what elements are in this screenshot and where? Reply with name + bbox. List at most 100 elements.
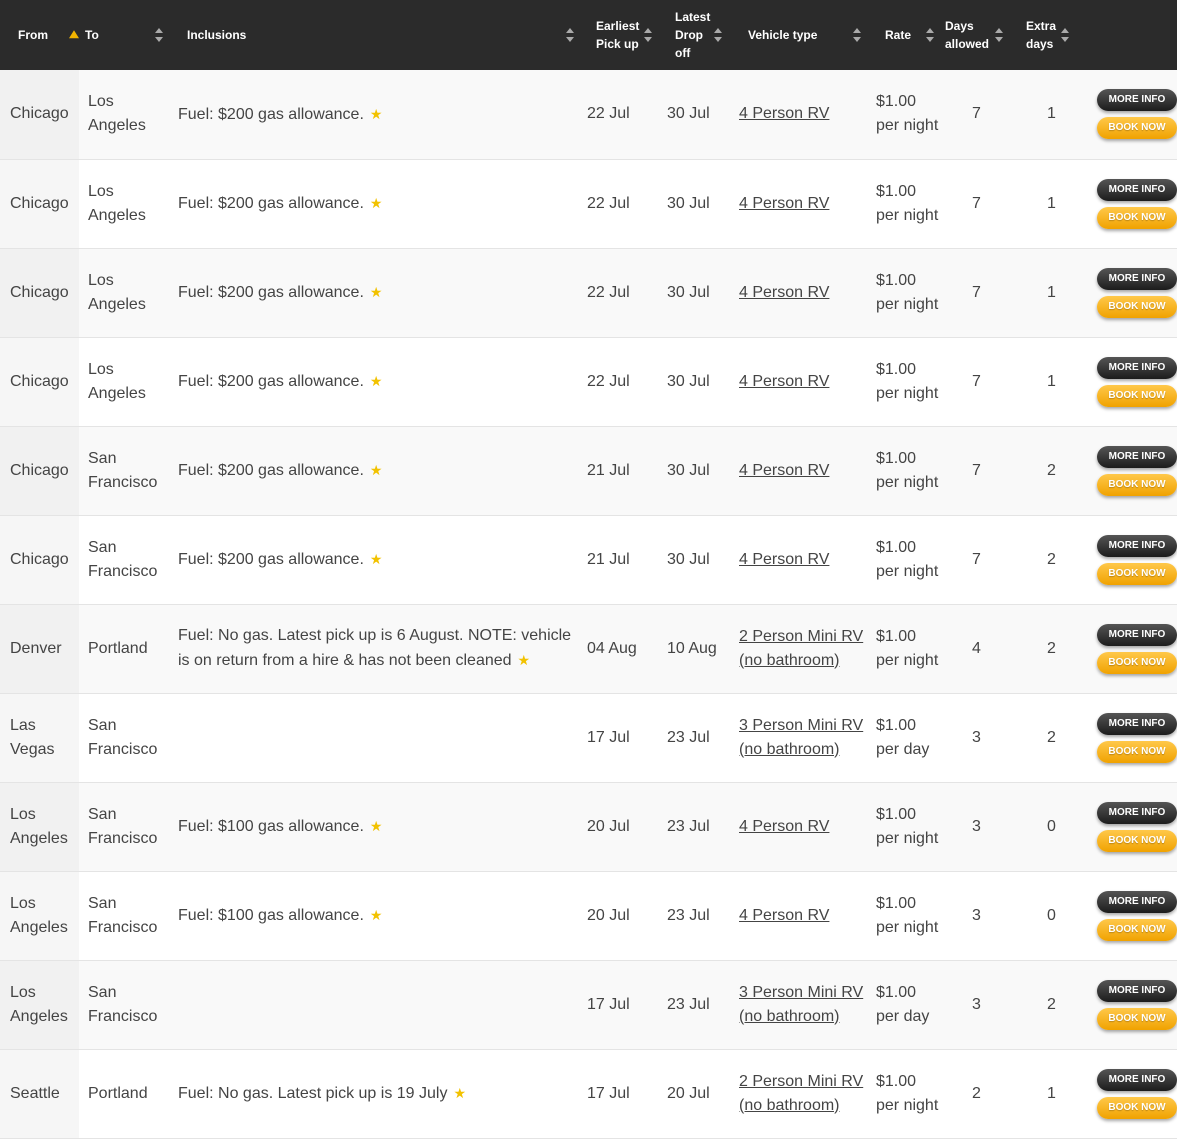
vehicle-type-link[interactable]: 4 Person RV xyxy=(739,551,829,568)
header-from[interactable]: From xyxy=(0,0,79,70)
book-now-button[interactable]: BOOK NOW xyxy=(1097,295,1177,318)
cell-actions: MORE INFO BOOK NOW xyxy=(1089,693,1177,782)
vehicle-type-link[interactable]: 4 Person RV xyxy=(739,105,829,122)
cell-earliest-pickup: 21 Jul xyxy=(587,461,630,479)
more-info-button[interactable]: MORE INFO xyxy=(1097,801,1177,824)
more-info-button[interactable]: MORE INFO xyxy=(1097,890,1177,913)
header-latest-dropoff[interactable]: Latest Drop off xyxy=(658,0,730,70)
star-icon: ★ xyxy=(369,373,383,389)
vehicle-type-link[interactable]: 4 Person RV xyxy=(739,284,829,301)
cell-vehicle-type: 3 Person Mini RV (no bathroom) xyxy=(730,960,867,1049)
header-earliest-pickup[interactable]: Earliest Pick up xyxy=(578,0,658,70)
header-extra-days[interactable]: Extra days xyxy=(1014,0,1089,70)
row-actions: MORE INFO BOOK NOW xyxy=(1097,1068,1177,1119)
sort-icon xyxy=(714,28,722,42)
cell-from: Los Angeles xyxy=(0,960,79,1049)
vehicle-type-link[interactable]: 2 Person Mini RV (no bathroom) xyxy=(739,1073,863,1114)
cell-latest-dropoff: 23 Jul xyxy=(667,995,710,1013)
cell-latest-dropoff: 23 Jul xyxy=(667,728,710,746)
row-actions: MORE INFO BOOK NOW xyxy=(1097,623,1177,674)
more-info-button[interactable]: MORE INFO xyxy=(1097,1068,1177,1091)
cell-rate: $1.00 per night xyxy=(876,182,939,224)
cell-earliest-pickup: 22 Jul xyxy=(587,105,630,123)
header-to[interactable]: To xyxy=(79,0,169,70)
sort-icon xyxy=(926,28,934,42)
cell-actions: MORE INFO BOOK NOW xyxy=(1089,515,1177,604)
vehicle-type-link[interactable]: 4 Person RV xyxy=(739,818,829,835)
vehicle-type-link[interactable]: 4 Person RV xyxy=(739,907,829,924)
cell-vehicle-type: 4 Person RV xyxy=(730,426,867,515)
more-info-button[interactable]: MORE INFO xyxy=(1097,89,1177,112)
cell-to: Los Angeles xyxy=(88,271,146,313)
cell-inclusions: Fuel: $200 gas allowance. ★ xyxy=(178,195,383,212)
sort-icon xyxy=(644,28,652,42)
cell-inclusions xyxy=(169,693,578,782)
book-now-button[interactable]: BOOK NOW xyxy=(1097,1007,1177,1030)
cell-rate: $1.00 per night xyxy=(876,271,939,313)
table-row: Denver Portland Fuel: No gas. Latest pic… xyxy=(0,604,1177,693)
star-icon: ★ xyxy=(369,551,383,567)
cell-inclusions: Fuel: $100 gas allowance. ★ xyxy=(178,907,383,924)
cell-from: Chicago xyxy=(0,515,79,604)
cell-vehicle-type: 4 Person RV xyxy=(730,248,867,337)
vehicle-type-link[interactable]: 2 Person Mini RV (no bathroom) xyxy=(739,628,863,669)
cell-extra-days: 0 xyxy=(1047,906,1056,924)
book-now-button[interactable]: BOOK NOW xyxy=(1097,740,1177,763)
more-info-button[interactable]: MORE INFO xyxy=(1097,712,1177,735)
cell-days-allowed: 3 xyxy=(972,906,981,924)
cell-inclusions xyxy=(169,960,578,1049)
table-row: Los Angeles San Francisco Fuel: $100 gas… xyxy=(0,782,1177,871)
book-now-button[interactable]: BOOK NOW xyxy=(1097,384,1177,407)
cell-actions: MORE INFO BOOK NOW xyxy=(1089,604,1177,693)
vehicle-type-link[interactable]: 4 Person RV xyxy=(739,195,829,212)
cell-actions: MORE INFO BOOK NOW xyxy=(1089,159,1177,248)
vehicle-type-link[interactable]: 4 Person RV xyxy=(739,462,829,479)
row-actions: MORE INFO BOOK NOW xyxy=(1097,712,1177,763)
cell-vehicle-type: 4 Person RV xyxy=(730,871,867,960)
cell-extra-days: 1 xyxy=(1047,372,1056,390)
book-now-button[interactable]: BOOK NOW xyxy=(1097,651,1177,674)
more-info-button[interactable]: MORE INFO xyxy=(1097,623,1177,646)
cell-earliest-pickup: 17 Jul xyxy=(587,728,630,746)
more-info-button[interactable]: MORE INFO xyxy=(1097,445,1177,468)
row-actions: MORE INFO BOOK NOW xyxy=(1097,89,1177,140)
row-actions: MORE INFO BOOK NOW xyxy=(1097,445,1177,496)
sort-ascending-icon xyxy=(69,30,79,39)
book-now-button[interactable]: BOOK NOW xyxy=(1097,206,1177,229)
more-info-button[interactable]: MORE INFO xyxy=(1097,534,1177,557)
book-now-button[interactable]: BOOK NOW xyxy=(1097,918,1177,941)
more-info-button[interactable]: MORE INFO xyxy=(1097,356,1177,379)
header-vehicle-type[interactable]: Vehicle type xyxy=(730,0,867,70)
star-icon: ★ xyxy=(369,105,383,122)
cell-earliest-pickup: 22 Jul xyxy=(587,372,630,390)
cell-from: Chicago xyxy=(0,337,79,426)
cell-days-allowed: 2 xyxy=(972,1084,981,1102)
cell-extra-days: 2 xyxy=(1047,550,1056,568)
book-now-button[interactable]: BOOK NOW xyxy=(1097,562,1177,585)
cell-from: Los Angeles xyxy=(0,871,79,960)
header-rate[interactable]: Rate xyxy=(867,0,939,70)
table-row: Chicago Los Angeles Fuel: $200 gas allow… xyxy=(0,70,1177,159)
header-days-allowed[interactable]: Days allowed xyxy=(939,0,1014,70)
vehicle-type-link[interactable]: 3 Person Mini RV (no bathroom) xyxy=(739,984,863,1025)
book-now-button[interactable]: BOOK NOW xyxy=(1097,829,1177,852)
cell-earliest-pickup: 21 Jul xyxy=(587,550,630,568)
header-inclusions[interactable]: Inclusions xyxy=(169,0,578,70)
table-row: Chicago San Francisco Fuel: $200 gas all… xyxy=(0,426,1177,515)
cell-actions: MORE INFO BOOK NOW xyxy=(1089,960,1177,1049)
vehicle-type-link[interactable]: 3 Person Mini RV (no bathroom) xyxy=(739,717,863,758)
book-now-button[interactable]: BOOK NOW xyxy=(1097,117,1177,140)
more-info-button[interactable]: MORE INFO xyxy=(1097,979,1177,1002)
cell-extra-days: 2 xyxy=(1047,995,1056,1013)
cell-from: Chicago xyxy=(0,426,79,515)
more-info-button[interactable]: MORE INFO xyxy=(1097,178,1177,201)
book-now-button[interactable]: BOOK NOW xyxy=(1097,1096,1177,1119)
cell-to: Los Angeles xyxy=(88,360,146,402)
cell-to: San Francisco xyxy=(88,983,158,1025)
book-now-button[interactable]: BOOK NOW xyxy=(1097,473,1177,496)
vehicle-type-link[interactable]: 4 Person RV xyxy=(739,373,829,390)
sort-icon xyxy=(1061,28,1069,42)
table-row: Las Vegas San Francisco 17 Jul 23 Jul 3 … xyxy=(0,693,1177,782)
cell-inclusions: Fuel: $200 gas allowance. ★ xyxy=(178,284,383,301)
more-info-button[interactable]: MORE INFO xyxy=(1097,267,1177,290)
